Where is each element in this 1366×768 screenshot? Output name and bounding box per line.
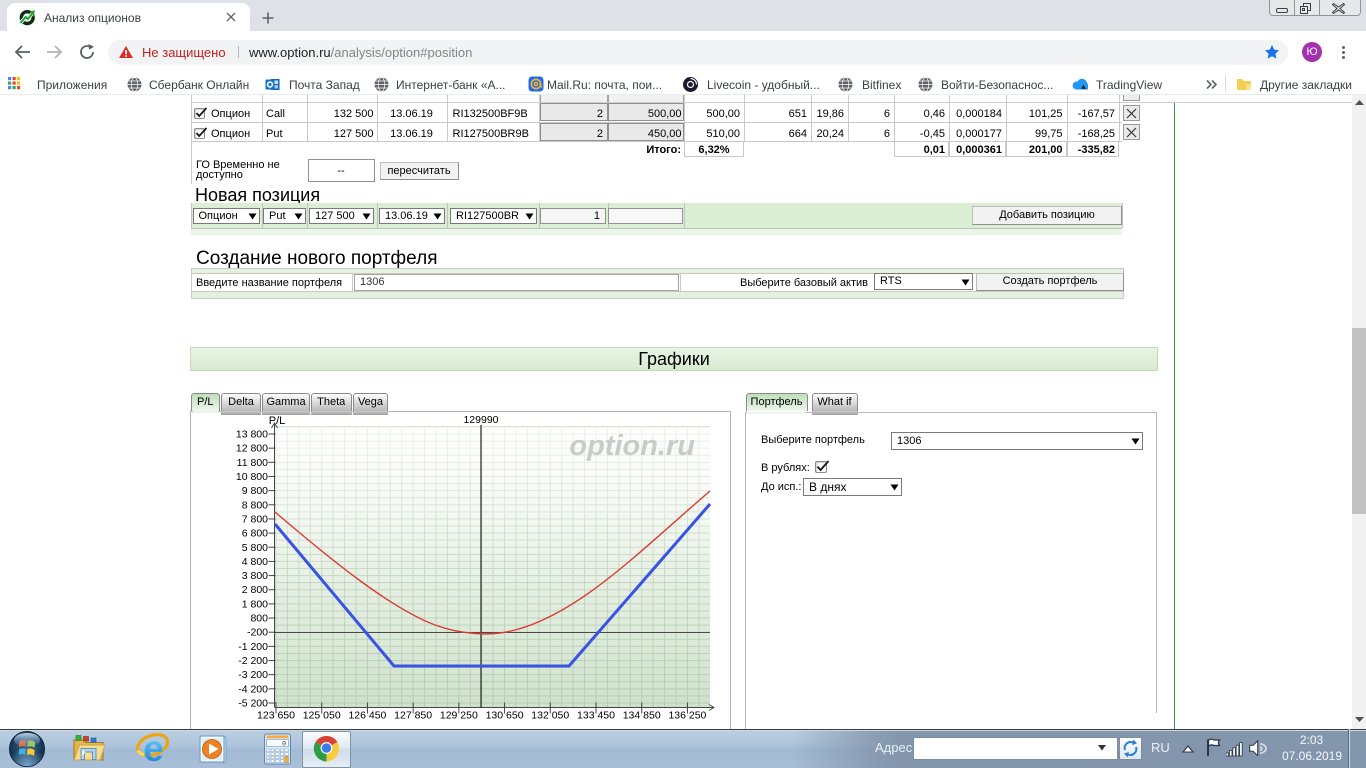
svg-text:-200: -200	[247, 627, 268, 639]
svg-text:4 800: 4 800	[242, 556, 268, 568]
svg-text:1 800: 1 800	[242, 598, 268, 610]
svg-text:8 800: 8 800	[242, 499, 268, 511]
svg-text:132 050: 132 050	[531, 710, 569, 722]
svg-text:e: e	[143, 731, 164, 767]
svg-text:12 800: 12 800	[236, 443, 268, 455]
svg-text:3 800: 3 800	[242, 570, 268, 582]
svg-text:125 050: 125 050	[303, 710, 341, 722]
svg-text:-2 200: -2 200	[238, 655, 268, 667]
svg-text:10 800: 10 800	[236, 471, 268, 483]
svg-text:-5 200: -5 200	[238, 698, 268, 710]
svg-text:133 450: 133 450	[577, 710, 615, 722]
svg-text:2 800: 2 800	[242, 584, 268, 596]
svg-text:123 650: 123 650	[257, 710, 295, 722]
svg-text:5 800: 5 800	[242, 542, 268, 554]
svg-text:126 450: 126 450	[348, 710, 386, 722]
svg-text:13 800: 13 800	[236, 429, 268, 441]
svg-text:129990: 129990	[463, 414, 498, 426]
svg-text:130 650: 130 650	[486, 710, 524, 722]
svg-text:129 250: 129 250	[440, 710, 478, 722]
svg-text:option.ru: option.ru	[569, 430, 695, 462]
svg-text:11 800: 11 800	[237, 457, 268, 469]
svg-text:P/L: P/L	[269, 415, 286, 427]
svg-text:-4 200: -4 200	[238, 683, 268, 695]
svg-text:136 250: 136 250	[668, 710, 706, 722]
svg-text:800: 800	[250, 613, 268, 625]
svg-text:6 800: 6 800	[242, 528, 268, 540]
svg-text:-3 200: -3 200	[238, 669, 268, 681]
svg-text:7 800: 7 800	[242, 513, 268, 525]
svg-text:134 850: 134 850	[623, 710, 661, 722]
svg-text:-1 200: -1 200	[238, 641, 268, 653]
svg-text:127 850: 127 850	[394, 710, 432, 722]
svg-text:0: 0	[282, 741, 286, 748]
svg-text:9 800: 9 800	[242, 485, 268, 497]
